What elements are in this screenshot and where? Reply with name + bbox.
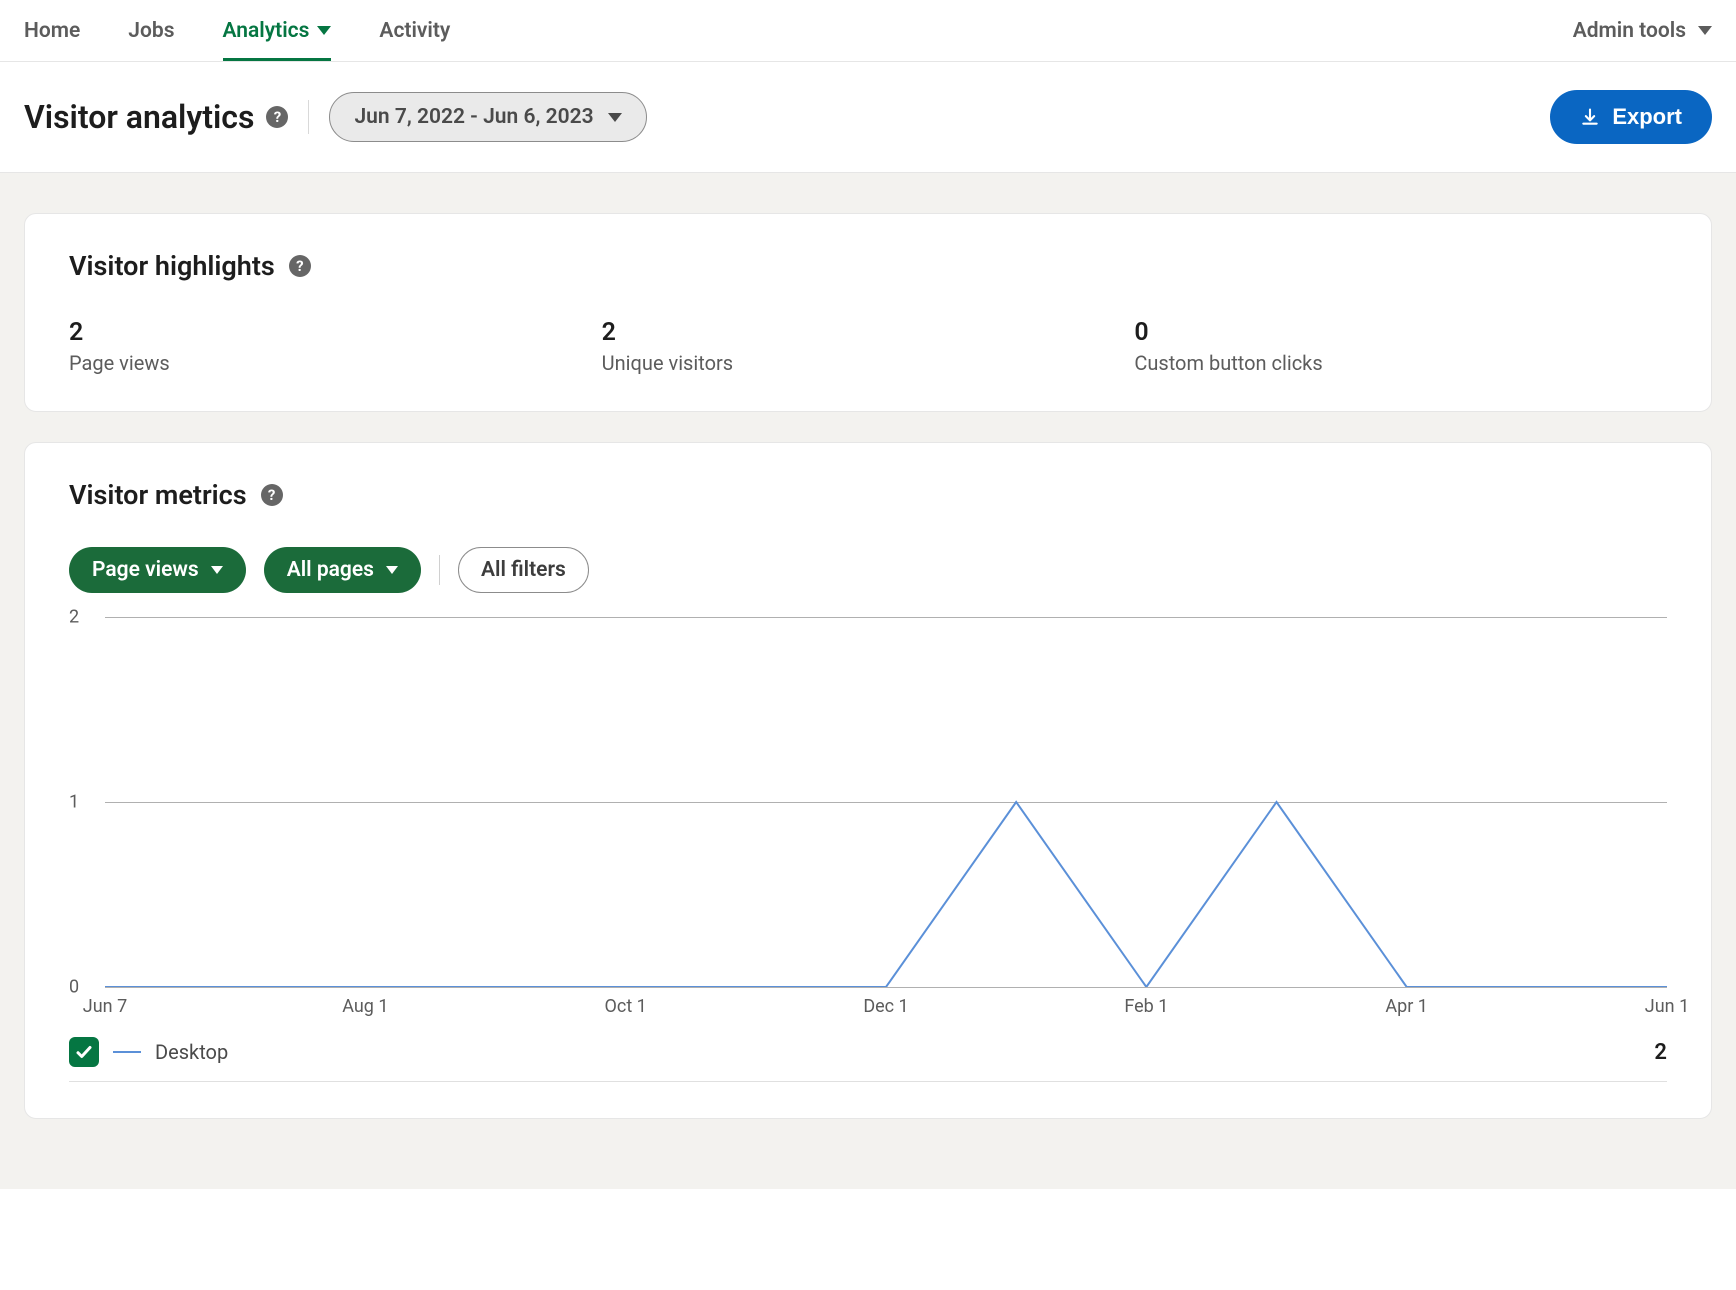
check-icon <box>75 1043 93 1061</box>
chart-y-tick: 0 <box>69 977 79 998</box>
metrics-title: Visitor metrics ? <box>69 479 1667 511</box>
chart-series-line <box>105 802 1667 987</box>
admin-tools-dropdown[interactable]: Admin tools <box>1573 19 1712 43</box>
help-icon[interactable]: ? <box>266 106 288 128</box>
visitor-metrics-card: Visitor metrics ? Page views All pages A… <box>24 442 1712 1119</box>
nav-home[interactable]: Home <box>24 0 80 61</box>
metrics-chart: 012Jun 7Aug 1Oct 1Dec 1Feb 1Apr 1Jun 1 <box>69 617 1667 1017</box>
filter-row: Page views All pages All filters <box>69 547 1667 593</box>
highlight-value: 0 <box>1134 318 1667 347</box>
help-icon[interactable]: ? <box>289 255 311 277</box>
admin-tools-label: Admin tools <box>1573 19 1686 43</box>
chevron-down-icon <box>1698 26 1712 35</box>
download-icon <box>1580 107 1600 127</box>
chevron-down-icon <box>211 566 223 574</box>
chart-x-tick: Feb 1 <box>1124 996 1168 1017</box>
legend-series-label: Desktop <box>155 1040 228 1064</box>
all-filters-label: All filters <box>481 558 566 582</box>
chart-y-tick: 2 <box>69 607 79 628</box>
legend-series-total: 2 <box>1654 1040 1667 1065</box>
nav-activity[interactable]: Activity <box>379 0 450 61</box>
help-icon[interactable]: ? <box>261 484 283 506</box>
page-title: Visitor analytics ? <box>24 98 288 136</box>
metric-filter-label: Page views <box>92 558 199 582</box>
date-range-selector[interactable]: Jun 7, 2022 - Jun 6, 2023 <box>329 92 646 142</box>
chart-gridline <box>105 987 1667 988</box>
metric-filter[interactable]: Page views <box>69 547 246 593</box>
nav-left: Home Jobs Analytics Activity <box>24 0 450 61</box>
metrics-title-text: Visitor metrics <box>69 479 247 511</box>
divider <box>439 555 440 585</box>
chevron-down-icon <box>386 566 398 574</box>
chart-x-tick: Jun 7 <box>83 996 127 1017</box>
chart-x-tick: Apr 1 <box>1385 996 1428 1017</box>
legend-left: Desktop <box>69 1037 228 1067</box>
highlights-title-text: Visitor highlights <box>69 250 275 282</box>
highlights-row: 2 Page views 2 Unique visitors 0 Custom … <box>69 318 1667 375</box>
chart-y-tick: 1 <box>69 792 79 813</box>
highlight-value: 2 <box>602 318 1135 347</box>
legend-line-icon <box>113 1051 141 1053</box>
export-label: Export <box>1612 104 1682 130</box>
export-button[interactable]: Export <box>1550 90 1712 144</box>
highlight-label: Custom button clicks <box>1134 351 1667 375</box>
highlight-unique-visitors: 2 Unique visitors <box>602 318 1135 375</box>
chevron-down-icon <box>608 113 622 122</box>
nav-label: Home <box>24 19 80 43</box>
chart-x-tick: Oct 1 <box>605 996 647 1017</box>
content-area: Visitor highlights ? 2 Page views 2 Uniq… <box>0 173 1736 1189</box>
pages-filter[interactable]: All pages <box>264 547 421 593</box>
chart-x-tick: Jun 1 <box>1645 996 1689 1017</box>
highlight-page-views: 2 Page views <box>69 318 602 375</box>
chart-x-tick: Aug 1 <box>342 996 388 1017</box>
nav-label: Activity <box>379 19 450 43</box>
highlight-label: Unique visitors <box>602 351 1135 375</box>
title-left: Visitor analytics ? Jun 7, 2022 - Jun 6,… <box>24 92 647 142</box>
top-nav: Home Jobs Analytics Activity Admin tools <box>0 0 1736 62</box>
visitor-highlights-card: Visitor highlights ? 2 Page views 2 Uniq… <box>24 213 1712 412</box>
desktop-series-checkbox[interactable] <box>69 1037 99 1067</box>
page-title-text: Visitor analytics <box>24 98 254 136</box>
highlight-value: 2 <box>69 318 602 347</box>
nav-jobs[interactable]: Jobs <box>128 0 174 61</box>
nav-analytics[interactable]: Analytics <box>223 0 332 61</box>
date-range-text: Jun 7, 2022 - Jun 6, 2023 <box>354 105 593 129</box>
highlight-label: Page views <box>69 351 602 375</box>
nav-label: Jobs <box>128 19 174 43</box>
pages-filter-label: All pages <box>287 558 374 582</box>
all-filters-button[interactable]: All filters <box>458 547 589 593</box>
nav-label: Analytics <box>223 19 310 43</box>
chart-plot <box>105 617 1667 987</box>
highlight-custom-clicks: 0 Custom button clicks <box>1134 318 1667 375</box>
legend-row: Desktop 2 <box>69 1037 1667 1082</box>
title-bar: Visitor analytics ? Jun 7, 2022 - Jun 6,… <box>0 62 1736 173</box>
highlights-title: Visitor highlights ? <box>69 250 1667 282</box>
divider <box>308 100 309 134</box>
chevron-down-icon <box>317 26 331 35</box>
chart-x-tick: Dec 1 <box>863 996 908 1017</box>
